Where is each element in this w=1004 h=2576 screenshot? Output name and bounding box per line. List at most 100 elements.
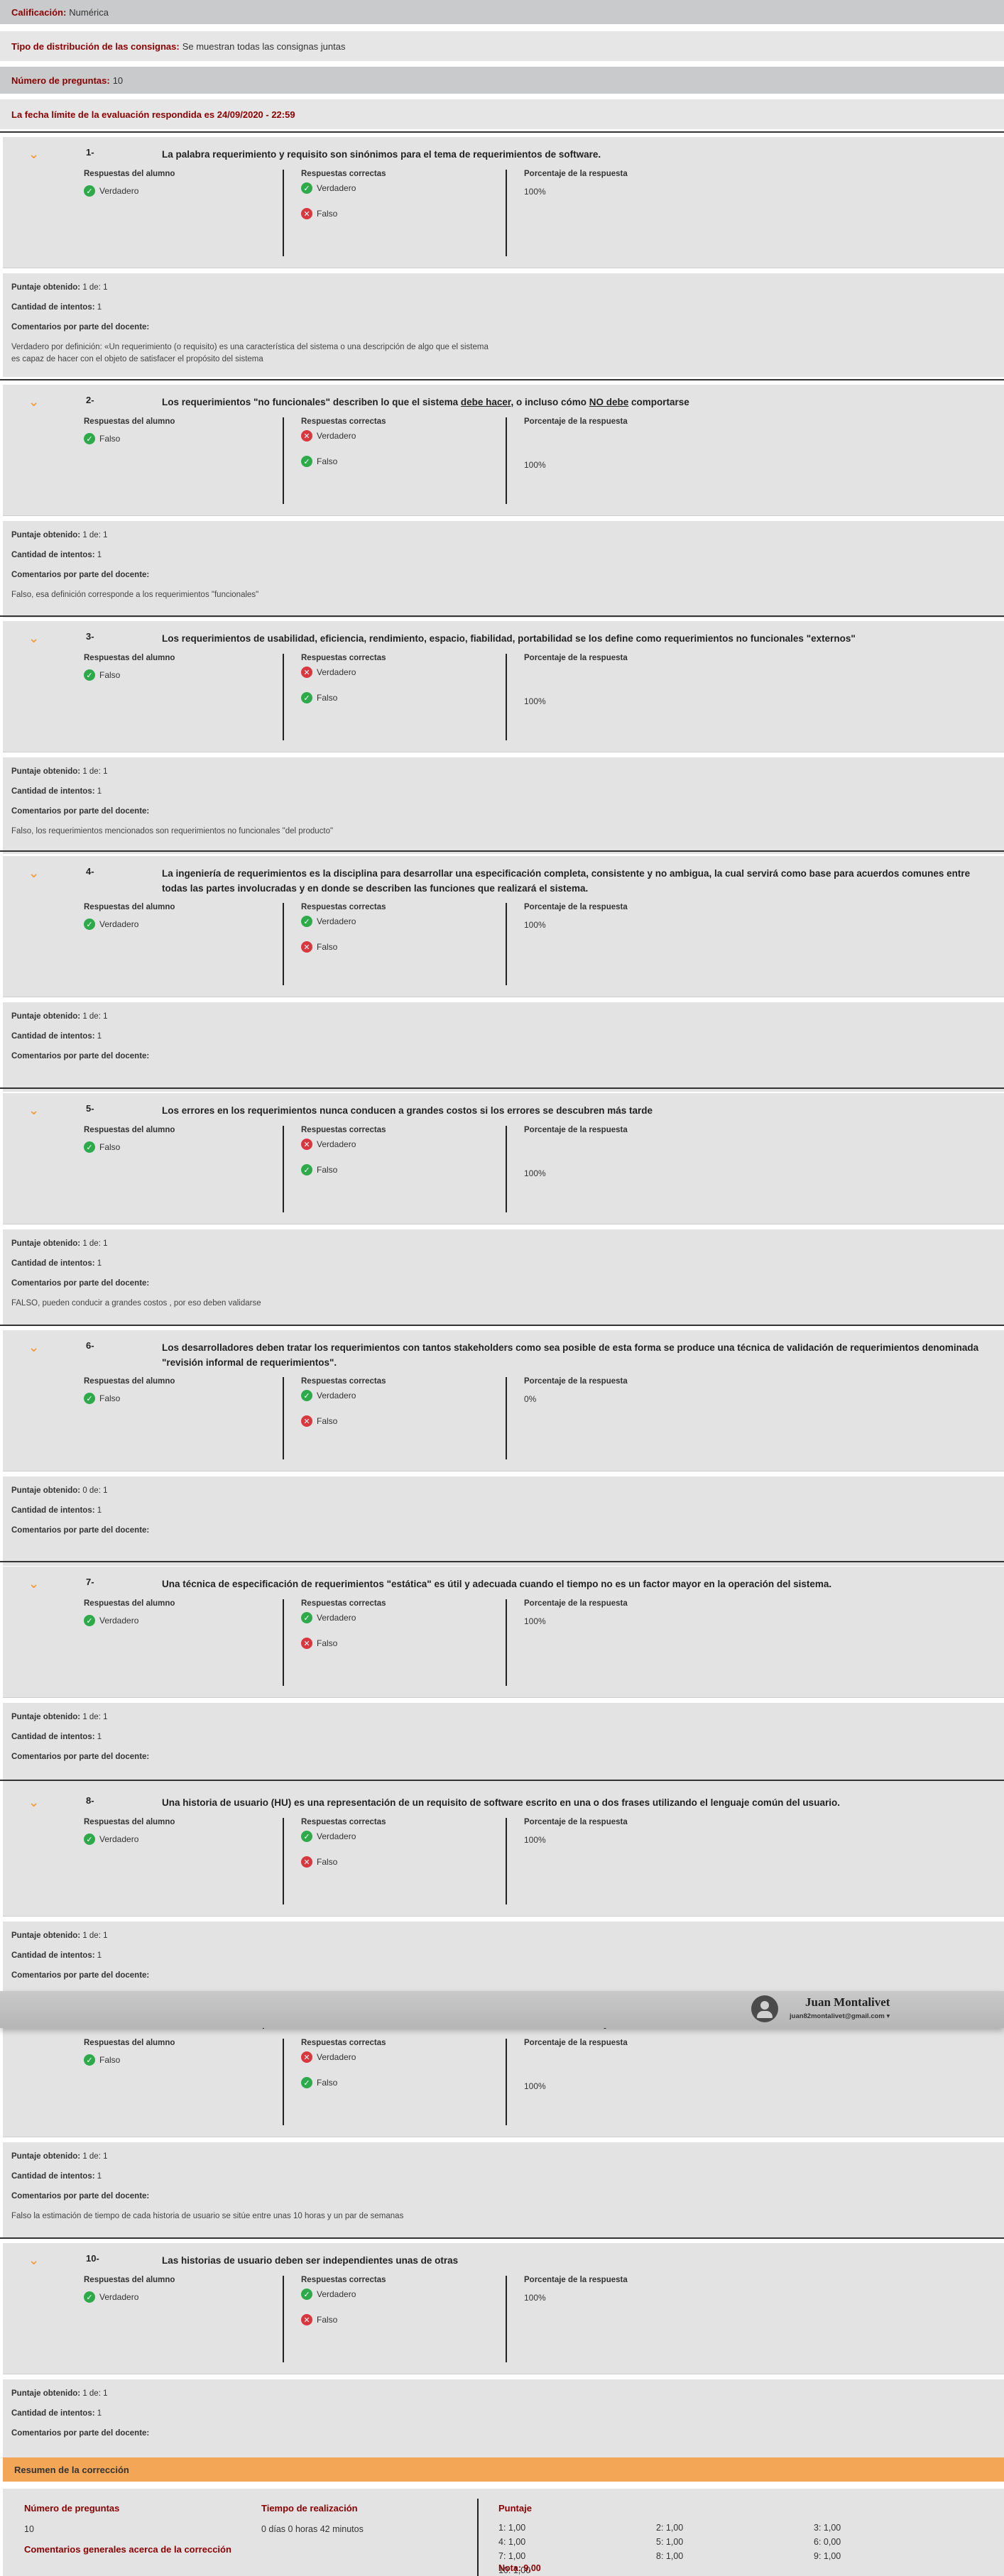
check-icon: ✓ (301, 2289, 312, 2300)
comments-label: Comentarios por parte del docente: (11, 2192, 150, 2200)
question-number: 7- (86, 1577, 94, 1587)
check-icon: ✓ (84, 433, 95, 444)
chevron-down-icon[interactable]: ⌄ (28, 2253, 39, 2268)
question-header: ⌄ 4- La ingeniería de requerimientos es … (3, 856, 1004, 997)
correct-answer-option: ✓ Verdadero (301, 1612, 356, 1623)
question-separator (0, 131, 1004, 133)
percentage-value: 100% (524, 187, 546, 197)
score-row: Puntaje obtenido: 1 de: 1 (11, 1713, 108, 1721)
comments-label: Comentarios por parte del docente: (11, 2429, 150, 2438)
student-answers-header: Respuestas del alumno (84, 903, 175, 911)
summary-questions-label: Número de preguntas (24, 2503, 120, 2514)
percentage-value: 100% (524, 1168, 546, 1178)
chevron-down-icon[interactable]: ⌄ (28, 1577, 39, 1591)
student-answer: ✓ Falso (84, 669, 120, 681)
correct-answer-option: ✓ Falso (301, 692, 337, 703)
comments-label: Comentarios por parte del docente: (11, 1753, 150, 1761)
chevron-down-icon[interactable]: ⌄ (28, 866, 39, 881)
avatar[interactable] (751, 1995, 778, 2022)
correct-answer-option: ✕ Verdadero (301, 667, 356, 678)
attempts-row: Cantidad de intentos: 1 (11, 1506, 102, 1515)
question-header: ⌄ 1- La palabra requerimiento y requisit… (3, 137, 1004, 268)
question-header: ⌄ 5- Los errores en los requerimientos n… (3, 1093, 1004, 1224)
percentage-value: 100% (524, 460, 546, 470)
chevron-down-icon[interactable]: ⌄ (28, 147, 39, 162)
summary-score-item: 6: 0,00 (814, 2537, 841, 2547)
attempts-row: Cantidad de intentos: 1 (11, 1259, 102, 1268)
score-row: Puntaje obtenido: 1 de: 1 (11, 767, 108, 776)
comments-label: Comentarios por parte del docente: (11, 807, 150, 816)
summary-score-item: 4: 1,00 (498, 2537, 526, 2547)
column-divider (283, 417, 284, 504)
check-icon: ✓ (84, 185, 95, 197)
score-row: Puntaje obtenido: 1 de: 1 (11, 1239, 108, 1248)
percentage-value: 100% (524, 920, 546, 930)
chevron-down-icon[interactable]: ⌄ (28, 1340, 39, 1355)
student-answers-header: Respuestas del alumno (84, 170, 175, 178)
chevron-down-icon[interactable]: ⌄ (28, 631, 39, 646)
question-text: Los errores en los requerimientos nunca … (162, 1105, 653, 1116)
question-number: 10- (86, 2253, 99, 2264)
question-number: 5- (86, 1103, 94, 1114)
caret-down-icon[interactable]: ▾ (887, 2012, 890, 2020)
chevron-down-icon[interactable]: ⌄ (28, 1103, 39, 1118)
correct-answer-option: ✓ Verdadero (301, 182, 356, 194)
correct-answer-option: ✕ Falso (301, 1856, 337, 1868)
summary-score-item: 7: 1,00 (498, 2551, 526, 2561)
question-header: ⌄ 7- Una técnica de especificación de re… (3, 1567, 1004, 1698)
question-footer: Puntaje obtenido: 1 de: 1 Cantidad de in… (3, 2379, 1004, 2469)
question-number: 2- (86, 395, 94, 405)
student-answer: ✓ Falso (84, 1141, 120, 1153)
correct-answers-header: Respuestas correctas (301, 1818, 386, 1826)
summary-time-label: Tiempo de realización (261, 2503, 358, 2514)
summary-header: Resumen de la corrección (3, 2457, 1004, 2482)
correct-answers-header: Respuestas correctas (301, 1377, 386, 1386)
user-name[interactable]: Juan Montalivet (805, 1995, 890, 2010)
check-icon: ✓ (301, 1164, 312, 1175)
check-icon: ✓ (301, 1390, 312, 1401)
attempts-row: Cantidad de intentos: 1 (11, 551, 102, 559)
student-answer: ✓ Falso (84, 2054, 120, 2066)
column-divider (506, 417, 507, 504)
question-text: La palabra requerimiento y requisito son… (162, 149, 601, 160)
grading-value: Numérica (69, 6, 109, 18)
summary-score-item: 8: 1,00 (656, 2551, 684, 2561)
column-divider (506, 2039, 507, 2125)
question-separator (0, 379, 1004, 380)
cross-icon: ✕ (301, 941, 312, 953)
comments-label: Comentarios por parte del docente: (11, 1279, 150, 1288)
user-bar[interactable]: Juan Montalivet juan82montalivet@gmail.c… (0, 1991, 1004, 2028)
correct-answer-option: ✕ Falso (301, 2314, 337, 2325)
correct-answers-header: Respuestas correctas (301, 170, 386, 178)
deadline-row: La fecha límite de la evaluación respond… (0, 99, 1004, 129)
correct-answer-option: ✓ Verdadero (301, 2289, 356, 2300)
check-icon: ✓ (84, 1141, 95, 1153)
summary-comments-label: Comentarios generales acerca de la corre… (24, 2544, 231, 2555)
percentage-header: Porcentaje de la respuesta (524, 1126, 628, 1134)
user-email[interactable]: juan82montalivet@gmail.com ▾ (790, 2012, 890, 2020)
percentage-header: Porcentaje de la respuesta (524, 654, 628, 662)
summary-body: Número de preguntas 10 Comentarios gener… (3, 2489, 1004, 2576)
correct-answer-option: ✓ Verdadero (301, 916, 356, 927)
question-separator (0, 1087, 1004, 1089)
count-value: 10 (112, 75, 124, 86)
score-row: Puntaje obtenido: 1 de: 1 (11, 531, 108, 539)
chevron-down-icon[interactable]: ⌄ (28, 395, 39, 410)
column-divider (283, 903, 284, 985)
summary-grade: Nota: 9,00 (498, 2563, 541, 2573)
cross-icon: ✕ (301, 1415, 312, 1427)
correct-answer-option: ✕ Falso (301, 1638, 337, 1649)
question-footer: Puntaje obtenido: 1 de: 1 Cantidad de in… (3, 2142, 1004, 2239)
cross-icon: ✕ (301, 2314, 312, 2325)
correct-answers-header: Respuestas correctas (301, 2039, 386, 2047)
question-separator (0, 1561, 1004, 1562)
chevron-down-icon[interactable]: ⌄ (28, 1795, 39, 1810)
student-answers-header: Respuestas del alumno (84, 1126, 175, 1134)
student-answers-header: Respuestas del alumno (84, 2276, 175, 2284)
correct-answers-header: Respuestas correctas (301, 2276, 386, 2284)
attempts-row: Cantidad de intentos: 1 (11, 1951, 102, 1960)
cross-icon: ✕ (301, 667, 312, 678)
comments-label: Comentarios por parte del docente: (11, 571, 150, 579)
teacher-comment: Falso, esa definición corresponde a los … (11, 591, 259, 599)
distribution-key: Tipo de distribución de las consignas: (11, 40, 180, 52)
